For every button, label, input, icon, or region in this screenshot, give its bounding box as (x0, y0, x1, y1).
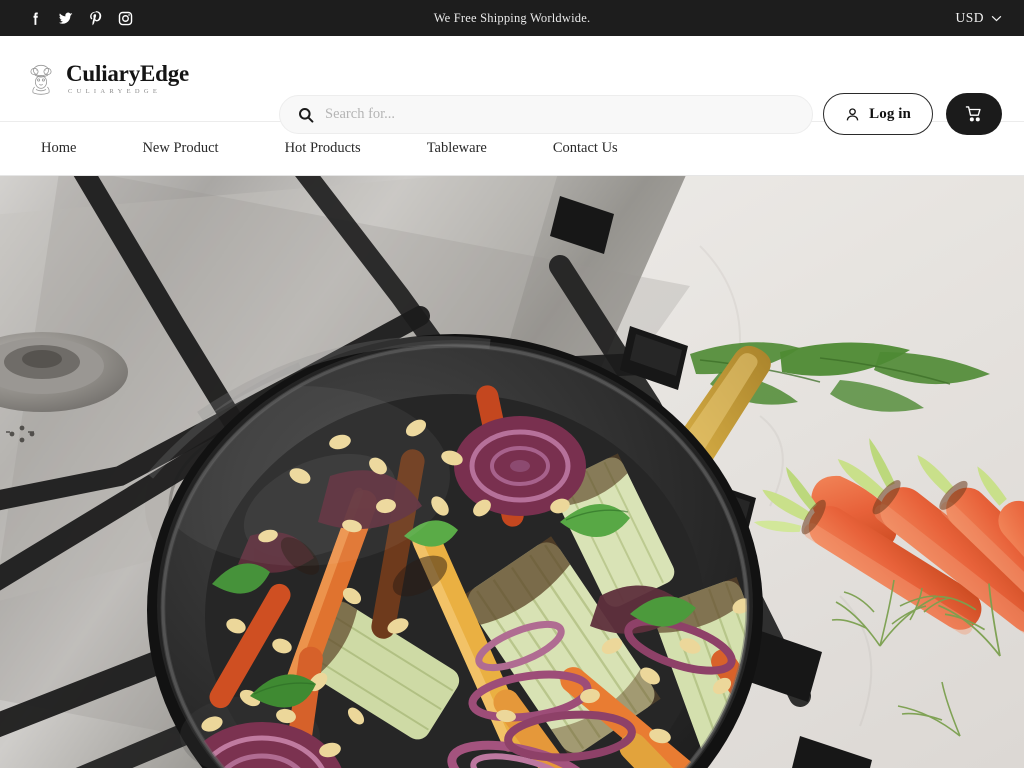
nav-list: Home New Product Hot Products Tableware … (41, 140, 618, 157)
nav-item-home[interactable]: Home (41, 140, 76, 157)
nav-item-tableware[interactable]: Tableware (427, 140, 487, 157)
instagram-icon[interactable] (117, 10, 134, 27)
shopping-cart-icon (965, 106, 981, 122)
search-icon (299, 107, 314, 123)
search-box[interactable] (279, 95, 813, 134)
logo[interactable]: CuliaryEdge CULIARYEDGE (26, 62, 226, 96)
social-links (27, 10, 134, 27)
shipping-message: We Free Shipping Worldwide. (433, 10, 591, 25)
search-input[interactable] (325, 96, 794, 133)
currency-label: USD (955, 10, 984, 25)
logo-subtitle: CULIARYEDGE (68, 87, 162, 95)
nav-item-hot-products[interactable]: Hot Products (285, 140, 361, 157)
login-button[interactable]: Log in (823, 93, 933, 135)
twitter-icon[interactable] (57, 10, 74, 27)
chef-illustration-icon (30, 64, 52, 95)
hero-banner[interactable] (0, 176, 1024, 768)
user-icon (846, 107, 859, 120)
nav-item-contact-us[interactable]: Contact Us (553, 140, 618, 157)
chevron-down-icon (991, 15, 1002, 21)
search-container (279, 95, 813, 134)
login-label: Log in (869, 105, 911, 122)
nav-item-new-product[interactable]: New Product (142, 140, 218, 157)
logo-title: CuliaryEdge (66, 60, 190, 86)
announcement-bar: We Free Shipping Worldwide. USD (0, 0, 1024, 36)
cart-button[interactable] (946, 93, 1002, 135)
facebook-icon[interactable] (27, 10, 44, 27)
header-actions: Log in (823, 93, 1002, 135)
site-header: CuliaryEdge CULIARYEDGE Log in (0, 36, 1024, 135)
hero-image (0, 176, 1024, 768)
currency-selector[interactable]: USD (955, 0, 1002, 36)
pinterest-icon[interactable] (87, 10, 104, 27)
